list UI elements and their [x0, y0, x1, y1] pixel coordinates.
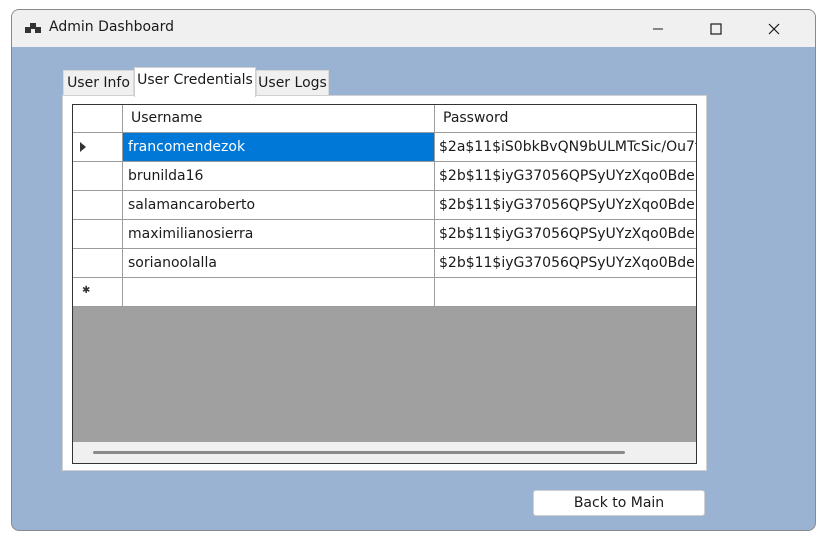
- username-cell[interactable]: sorianoolalla: [123, 249, 435, 278]
- horizontal-scrollbar[interactable]: [73, 442, 696, 463]
- table-row[interactable]: salamancaroberto $2b$11$iyG37056QPSyUYzX…: [73, 191, 696, 220]
- credentials-grid[interactable]: Username Password francomendezok $2a$11$…: [72, 104, 697, 464]
- column-header-username[interactable]: Username: [123, 105, 435, 133]
- username-cell[interactable]: salamancaroberto: [123, 191, 435, 220]
- close-icon: [768, 23, 780, 34]
- close-button[interactable]: [745, 10, 803, 47]
- password-cell[interactable]: $2b$11$iyG37056QPSyUYzXqo0BdeKR: [435, 191, 696, 220]
- password-cell[interactable]: $2b$11$iyG37056QPSyUYzXqo0BdeKR: [435, 249, 696, 278]
- table-row[interactable]: francomendezok $2a$11$iS0bkBvQN9bULMTcSi…: [73, 133, 696, 162]
- user-credentials-panel: Username Password francomendezok $2a$11$…: [62, 95, 707, 471]
- row-header[interactable]: [73, 133, 123, 162]
- new-row-icon: ✱: [82, 285, 91, 296]
- tab-user-credentials[interactable]: User Credentials: [134, 67, 256, 97]
- header-corner-cell[interactable]: [73, 105, 123, 133]
- table-row[interactable]: maximilianosierra $2b$11$iyG37056QPSyUYz…: [73, 220, 696, 249]
- password-cell[interactable]: $2a$11$iS0bkBvQN9bULMTcSic/Ou7ts: [435, 133, 696, 162]
- table-row[interactable]: sorianoolalla $2b$11$iyG37056QPSyUYzXqo0…: [73, 249, 696, 278]
- password-cell[interactable]: $2b$11$iyG37056QPSyUYzXqo0BdeKR: [435, 220, 696, 249]
- tab-user-info[interactable]: User Info: [63, 70, 134, 96]
- app-windows-icon: [25, 23, 41, 33]
- tab-user-logs[interactable]: User Logs: [256, 70, 329, 96]
- row-header[interactable]: [73, 220, 123, 249]
- minimize-button[interactable]: [629, 10, 687, 47]
- username-cell[interactable]: francomendezok: [123, 133, 435, 162]
- minimize-icon: [653, 28, 663, 29]
- new-username-cell[interactable]: [123, 278, 435, 307]
- row-header[interactable]: [73, 162, 123, 191]
- maximize-icon: [710, 22, 722, 35]
- password-cell[interactable]: $2b$11$iyG37056QPSyUYzXqo0BdeKR: [435, 162, 696, 191]
- row-header[interactable]: ✱: [73, 278, 123, 307]
- back-to-main-button[interactable]: Back to Main: [533, 490, 705, 516]
- maximize-button[interactable]: [687, 10, 745, 47]
- row-pointer-icon: [80, 142, 86, 152]
- username-cell[interactable]: maximilianosierra: [123, 220, 435, 249]
- new-password-cell[interactable]: [435, 278, 696, 307]
- username-cell[interactable]: brunilda16: [123, 162, 435, 191]
- scrollbar-thumb[interactable]: [93, 451, 625, 454]
- table-row[interactable]: brunilda16 $2b$11$iyG37056QPSyUYzXqo0Bde…: [73, 162, 696, 191]
- column-header-password[interactable]: Password: [435, 105, 696, 133]
- new-row[interactable]: ✱: [73, 278, 696, 307]
- title-bar[interactable]: Admin Dashboard: [12, 10, 815, 47]
- row-header[interactable]: [73, 191, 123, 220]
- admin-dashboard-window: Admin Dashboard User Info User Credentia…: [11, 9, 816, 531]
- grid-header-row: Username Password: [73, 105, 696, 134]
- row-header[interactable]: [73, 249, 123, 278]
- window-title: Admin Dashboard: [49, 19, 175, 35]
